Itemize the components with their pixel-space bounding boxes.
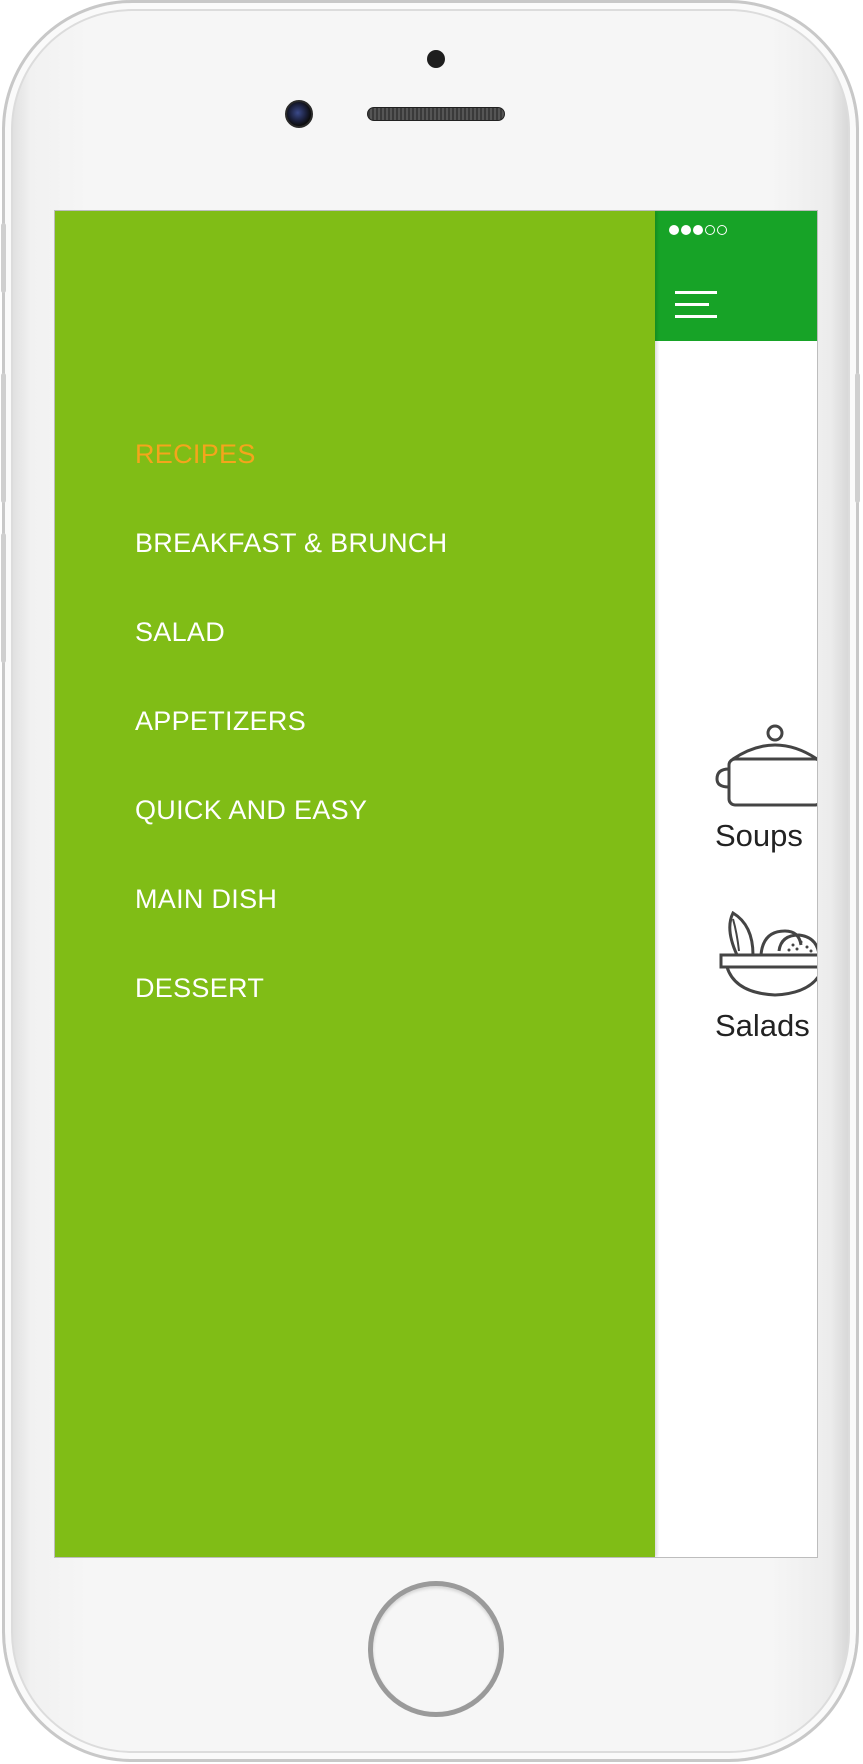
main-content: Soups Salads xyxy=(655,211,817,1557)
signal-dot xyxy=(717,225,727,235)
drawer-item-recipes[interactable]: RECIPES xyxy=(135,439,447,528)
volume-down-button xyxy=(1,533,6,663)
signal-dot xyxy=(669,225,679,235)
salad-bowl-icon xyxy=(719,910,817,997)
category-label: Soups xyxy=(715,818,803,853)
signal-dot xyxy=(681,225,691,235)
category-soups[interactable]: Soups xyxy=(715,721,817,854)
drawer-item-main-dish[interactable]: MAIN DISH xyxy=(135,884,447,973)
category-salads[interactable]: Salads xyxy=(715,910,817,1044)
signal-dot xyxy=(693,225,703,235)
category-label: Salads xyxy=(715,1008,810,1043)
drawer-item-dessert[interactable]: DESSERT xyxy=(135,973,447,1062)
hamburger-menu-icon[interactable] xyxy=(675,287,717,319)
signal-strength-icon xyxy=(669,225,727,235)
signal-dot xyxy=(705,225,715,235)
proximity-sensor xyxy=(427,50,445,68)
silent-switch xyxy=(1,223,6,293)
power-button xyxy=(855,373,860,503)
home-button[interactable] xyxy=(368,1581,504,1717)
drawer-item-quick-and-easy[interactable]: QUICK AND EASY xyxy=(135,795,447,884)
drawer-item-breakfast-brunch[interactable]: BREAKFAST & BRUNCH xyxy=(135,528,447,617)
phone-frame: Soups Salads RECIPES BREAKFAST & BRUNCH … xyxy=(1,0,860,1762)
volume-up-button xyxy=(1,373,6,503)
navigation-drawer: RECIPES BREAKFAST & BRUNCH SALAD APPETIZ… xyxy=(55,211,655,1557)
pot-icon xyxy=(715,724,817,807)
earpiece-speaker xyxy=(367,107,505,121)
drawer-menu: RECIPES BREAKFAST & BRUNCH SALAD APPETIZ… xyxy=(135,439,447,1062)
top-app-bar xyxy=(655,211,817,341)
drawer-item-appetizers[interactable]: APPETIZERS xyxy=(135,706,447,795)
front-camera xyxy=(285,100,313,128)
drawer-item-salad[interactable]: SALAD xyxy=(135,617,447,706)
phone-screen: Soups Salads RECIPES BREAKFAST & BRUNCH … xyxy=(54,210,818,1558)
